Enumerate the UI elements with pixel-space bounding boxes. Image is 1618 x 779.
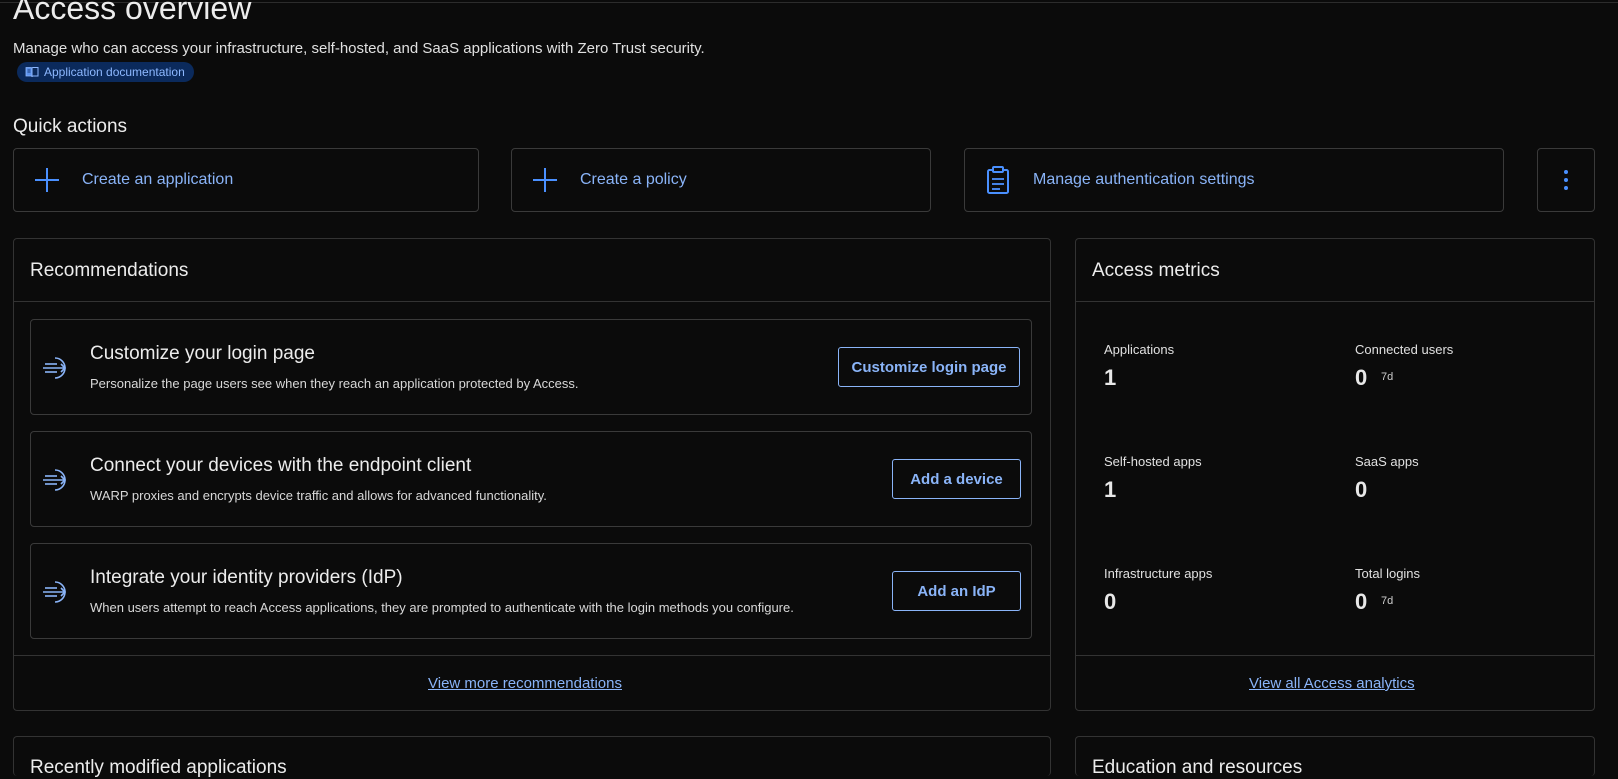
metric-label: Self-hosted apps (1104, 454, 1202, 469)
recommendation-item: Integrate your identity providers (IdP) … (30, 543, 1032, 639)
quick-actions-heading: Quick actions (13, 116, 128, 137)
create-policy-button[interactable]: Create a policy (511, 148, 931, 212)
application-documentation-link[interactable]: Application documentation (17, 62, 194, 83)
plus-icon (531, 166, 559, 194)
more-actions-button[interactable] (1537, 148, 1595, 212)
recently-modified-applications-card: Recently modified applications (13, 736, 1051, 778)
metric-label: Connected users (1355, 342, 1454, 357)
recommendation-title: Customize your login page (90, 343, 315, 364)
manage-authentication-settings-button[interactable]: Manage authentication settings (964, 148, 1504, 212)
metric-value: 1 (1104, 477, 1117, 502)
metric-label: Applications (1104, 342, 1175, 357)
recently-modified-applications-title: Recently modified applications (30, 757, 287, 778)
divider (14, 655, 1050, 656)
access-metrics-card: Access metrics Applications 1 Connected … (1075, 238, 1595, 711)
recommendation-item: Connect your devices with the endpoint c… (30, 431, 1032, 527)
recommendations-title: Recommendations (30, 260, 189, 281)
view-all-access-analytics-link[interactable]: View all Access analytics (1249, 675, 1415, 692)
create-policy-label: Create a policy (580, 171, 687, 188)
arrow-circle-icon (43, 581, 67, 603)
arrow-circle-icon (43, 357, 67, 379)
metric-value: 0 (1355, 589, 1368, 614)
manage-authentication-label: Manage authentication settings (1033, 171, 1255, 188)
metric-value: 0 (1355, 365, 1368, 390)
recommendation-title: Connect your devices with the endpoint c… (90, 455, 472, 476)
create-application-label: Create an application (82, 171, 234, 188)
metric-value: 0 (1355, 477, 1368, 502)
metric-label: SaaS apps (1355, 454, 1419, 469)
doc-link-label: Application documentation (44, 65, 185, 80)
plus-icon (33, 166, 61, 194)
recommendation-description: When users attempt to reach Access appli… (90, 600, 794, 615)
divider (1076, 301, 1594, 302)
clipboard-icon (984, 166, 1012, 194)
recommendation-description: WARP proxies and encrypts device traffic… (90, 488, 547, 503)
subtitle-text: Manage who can access your infrastructur… (13, 40, 705, 57)
recommendation-title: Integrate your identity providers (IdP) (90, 567, 403, 588)
add-idp-button[interactable]: Add an IdP (892, 571, 1021, 611)
book-icon (25, 67, 39, 78)
metric-label: Total logins (1355, 566, 1421, 581)
arrow-circle-icon (43, 469, 67, 491)
recommendation-description: Personalize the page users see when they… (90, 376, 579, 391)
divider (1076, 655, 1594, 656)
access-metrics-title: Access metrics (1092, 260, 1220, 281)
metric-period: 7d (1381, 371, 1394, 383)
metric-value: 0 (1104, 589, 1117, 614)
metric-label: Infrastructure apps (1104, 566, 1213, 581)
recommendation-item: Customize your login page Personalize th… (30, 319, 1032, 415)
create-application-button[interactable]: Create an application (13, 148, 479, 212)
customize-login-page-button[interactable]: Customize login page (838, 347, 1020, 387)
more-vertical-icon (1564, 170, 1568, 190)
page-subtitle: Manage who can access your infrastructur… (13, 37, 713, 85)
metric-value: 1 (1104, 365, 1117, 390)
divider (14, 301, 1050, 302)
recommendations-card: Recommendations Customize your login pag… (13, 238, 1051, 711)
metric-period: 7d (1381, 595, 1394, 607)
view-more-recommendations-link[interactable]: View more recommendations (428, 675, 622, 692)
education-resources-card: Education and resources (1075, 736, 1595, 778)
add-device-button[interactable]: Add a device (892, 459, 1021, 499)
education-resources-title: Education and resources (1092, 757, 1303, 778)
page-title: Access overview (13, 0, 252, 26)
